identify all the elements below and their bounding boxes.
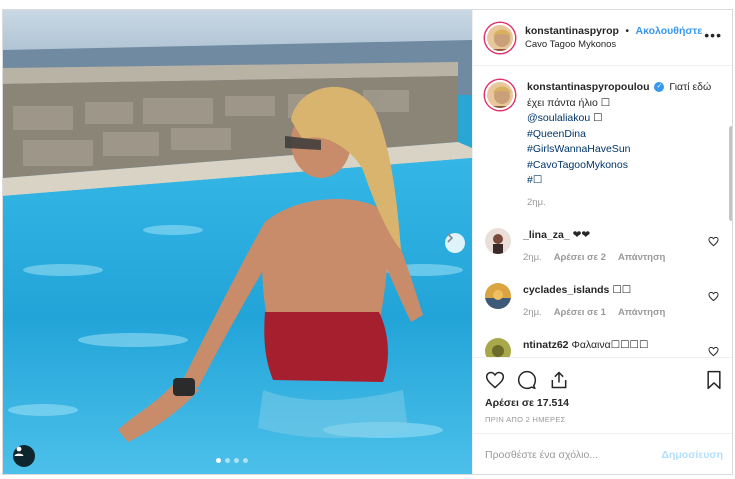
comment-username[interactable]: _lina_za_: [523, 229, 570, 241]
caption-mention-suffix: ☐: [590, 112, 603, 124]
heart-icon: [485, 371, 505, 389]
comment-item: ntinatz62 Φαλαινα☐☐☐☐: [485, 338, 723, 357]
bookmark-icon: [707, 370, 721, 390]
comment-heart-icon[interactable]: [708, 236, 719, 247]
user-tag-icon: [14, 446, 24, 456]
comment-heart-icon[interactable]: [708, 291, 719, 302]
comment-username[interactable]: cyclades_islands: [523, 284, 609, 296]
like-button[interactable]: [485, 370, 505, 390]
comment-text: Φαλαινα☐☐☐☐: [571, 339, 649, 351]
add-comment-bar: Δημοσίευση: [473, 433, 732, 474]
post-comment-button[interactable]: Δημοσίευση: [661, 449, 723, 461]
avatar-image: [485, 228, 511, 254]
post-side-panel: konstantinaspyrop • Ακολουθήστε Cavo Tag…: [472, 10, 732, 474]
comments-scrollbar[interactable]: [729, 126, 732, 221]
hashtag-link[interactable]: #GirlsWannaHaveSun: [527, 143, 631, 155]
caption-username[interactable]: konstantinaspyropoulou: [527, 81, 650, 93]
reply-button[interactable]: Απάντηση: [618, 306, 665, 320]
comment-time[interactable]: 2ημ.: [523, 251, 542, 265]
comment-username[interactable]: ntinatz62: [523, 339, 569, 351]
carousel-dot: [234, 458, 239, 463]
comment-likes[interactable]: Αρέσει σε 2: [554, 251, 606, 265]
carousel-indicator: [216, 458, 248, 463]
likes-count[interactable]: Αρέσει σε 17.514: [485, 397, 723, 409]
commenter-avatar[interactable]: [485, 283, 511, 309]
share-button[interactable]: [549, 370, 569, 390]
hashtag-link[interactable]: #QueenDina: [527, 128, 586, 140]
post-timestamp[interactable]: ΠΡΙΝ ΑΠΟ 2 ΗΜΕΡΕΣ: [485, 415, 723, 424]
caption-avatar[interactable]: [485, 80, 515, 110]
carousel-dot: [216, 458, 221, 463]
share-icon: [551, 371, 567, 389]
more-options-button[interactable]: •••: [704, 28, 722, 42]
commenter-avatar[interactable]: [485, 338, 511, 357]
post-header: konstantinaspyrop • Ακολουθήστε Cavo Tag…: [473, 10, 732, 66]
comment-text: ☐☐: [612, 284, 632, 296]
carousel-dot: [225, 458, 230, 463]
post-dialog: konstantinaspyrop • Ακολουθήστε Cavo Tag…: [2, 9, 733, 475]
post-photo[interactable]: [3, 10, 472, 474]
header-username[interactable]: konstantinaspyrop: [525, 25, 619, 37]
carousel-dot: [243, 458, 248, 463]
avatar[interactable]: [485, 22, 515, 53]
avatar-image: [485, 338, 511, 357]
comment-icon: [517, 370, 537, 390]
header-separator: •: [625, 25, 630, 37]
pool-photo-illustration: [3, 10, 472, 474]
comment-time[interactable]: 2ημ.: [523, 306, 542, 320]
next-photo-button[interactable]: [445, 233, 465, 253]
follow-button[interactable]: Ακολουθήστε: [636, 25, 703, 37]
comments-list: konstantinaspyropoulou ✓ Γιατί εδώ έχει …: [473, 66, 732, 357]
comment-button[interactable]: [517, 370, 537, 390]
avatar-image: [485, 283, 511, 309]
commenter-avatar[interactable]: [485, 228, 511, 254]
caption-time[interactable]: 2ημ.: [527, 195, 717, 211]
chevron-right-icon: [447, 233, 454, 243]
comment-item: cyclades_islands ☐☐ 2ημ. Αρέσει σε 1 Απά…: [485, 283, 723, 320]
caption-mention[interactable]: @soulaliakou: [527, 112, 590, 124]
user-tags-button[interactable]: [13, 445, 35, 467]
comment-likes[interactable]: Αρέσει σε 1: [554, 306, 606, 320]
save-button[interactable]: [705, 370, 723, 390]
verified-badge-icon: ✓: [654, 82, 665, 93]
caption: konstantinaspyropoulou ✓ Γιατί εδώ έχει …: [485, 80, 723, 210]
avatar-image: [487, 82, 513, 108]
post-actions: Αρέσει σε 17.514 ΠΡΙΝ ΑΠΟ 2 ΗΜΕΡΕΣ: [473, 357, 732, 433]
comment-text: ❤❤: [572, 229, 591, 241]
comment-heart-icon[interactable]: [708, 346, 719, 357]
comment-item: _lina_za_ ❤❤ 2ημ. Αρέσει σε 2 Απάντηση: [485, 228, 723, 265]
avatar-image: [487, 24, 513, 51]
reply-button[interactable]: Απάντηση: [618, 251, 665, 265]
location-link[interactable]: Cavo Tagoo Mykonos: [525, 38, 702, 52]
hashtag-link[interactable]: #☐: [527, 174, 542, 186]
hashtag-link[interactable]: #CavoTagooMykonos: [527, 159, 628, 171]
comment-input[interactable]: [485, 449, 662, 461]
